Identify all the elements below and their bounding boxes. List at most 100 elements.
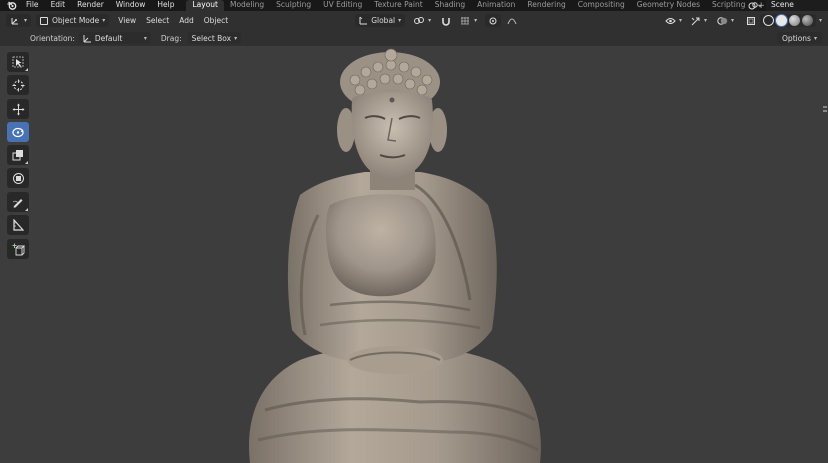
gizmo-icon <box>691 17 700 25</box>
drag-label: Drag: <box>160 33 182 43</box>
blender-logo-icon[interactable] <box>4 0 20 11</box>
pivot-point-button[interactable]: ▾ <box>409 14 435 27</box>
overlays-dropdown[interactable]: ▾ <box>713 14 738 27</box>
scene-selector: Scene <box>748 0 828 11</box>
chevron-down-icon: ▾ <box>398 17 402 24</box>
menu-add[interactable]: Add <box>174 16 199 25</box>
transform-tool[interactable] <box>7 168 29 188</box>
menu-object[interactable]: Object <box>199 16 233 25</box>
menu-select[interactable]: Select <box>141 16 174 25</box>
3d-viewport[interactable] <box>0 46 828 463</box>
snap-target-dropdown[interactable]: ▾ <box>456 14 481 27</box>
scale-tool[interactable] <box>7 145 29 165</box>
add-cube-tool[interactable] <box>7 239 29 259</box>
viewport-header: ▾ Object Mode ▾ View Select Add Object G… <box>0 11 828 30</box>
cursor-tool[interactable] <box>7 75 29 95</box>
chevron-down-icon: ▾ <box>703 17 707 24</box>
tab-shading[interactable]: Shading <box>429 0 471 11</box>
move-tool[interactable] <box>7 99 29 119</box>
menu-view[interactable]: View <box>113 16 141 25</box>
proportional-falloff-dropdown[interactable] <box>503 14 521 27</box>
move-icon <box>12 103 24 115</box>
drag-value: Select Box <box>191 33 232 43</box>
measure-icon <box>13 219 24 231</box>
options-label: Options <box>782 33 811 43</box>
proportional-edit-toggle[interactable] <box>485 14 502 27</box>
tab-layout[interactable]: Layout <box>186 0 224 11</box>
tab-animation[interactable]: Animation <box>471 0 521 11</box>
orientation-label: Orientation: <box>30 33 75 43</box>
select-box-tool[interactable] <box>7 52 29 72</box>
menu-file[interactable]: File <box>20 0 45 11</box>
eye-icon <box>665 17 676 24</box>
chevron-down-icon: ▾ <box>24 17 28 24</box>
chevron-down-icon: ▾ <box>474 17 478 24</box>
solid-shading-icon[interactable] <box>775 15 787 26</box>
tool-variants-indicator <box>25 68 28 71</box>
snap-toggle[interactable] <box>437 14 455 27</box>
rotate-icon <box>12 127 24 137</box>
tab-geometry-nodes[interactable]: Geometry Nodes <box>631 0 706 11</box>
pivot-icon <box>414 17 425 24</box>
menu-edit[interactable]: Edit <box>45 0 72 11</box>
cursor-icon <box>12 79 24 91</box>
tab-sculpting[interactable]: Sculpting <box>270 0 317 11</box>
visibility-dropdown[interactable]: ▾ <box>661 14 686 27</box>
transform-icon <box>12 172 24 184</box>
transform-orientation-dropdown[interactable]: Global ▾ <box>355 14 406 27</box>
tab-compositing[interactable]: Compositing <box>572 0 631 11</box>
chevron-down-icon: ▾ <box>102 17 106 24</box>
xray-toggle[interactable] <box>742 14 760 27</box>
mode-dropdown[interactable]: Object Mode ▾ <box>36 14 110 27</box>
overlays-icon <box>717 16 728 25</box>
select-box-icon <box>12 56 24 68</box>
top-menu-bar: File Edit Render Window Help Layout Mode… <box>0 0 828 11</box>
orientation-value: Default <box>94 33 123 43</box>
annotate-tool[interactable] <box>7 192 29 212</box>
options-button[interactable]: Options ▾ <box>777 32 822 44</box>
shading-options-chevron-icon[interactable]: ▾ <box>819 17 822 24</box>
material-preview-icon[interactable] <box>788 15 800 26</box>
scene-icon[interactable] <box>748 1 762 10</box>
tab-texture-paint[interactable]: Texture Paint <box>368 0 428 11</box>
menu-help[interactable]: Help <box>151 0 180 11</box>
mode-dropdown-label: Object Mode <box>52 16 100 25</box>
chevron-down-icon: ▾ <box>428 17 432 24</box>
falloff-curve-icon <box>507 18 517 24</box>
xray-icon <box>746 16 755 25</box>
scene-name-field[interactable]: Scene <box>766 0 828 11</box>
rotate-tool[interactable] <box>7 122 29 142</box>
menu-render[interactable]: Render <box>71 0 110 11</box>
orientation-axes-icon <box>83 34 91 42</box>
tool-variants-indicator <box>25 161 28 164</box>
wireframe-shading-icon[interactable] <box>762 15 774 26</box>
add-cube-icon <box>12 243 25 255</box>
sidebar-toggle-handle[interactable] <box>823 101 828 121</box>
gizmo-dropdown[interactable]: ▾ <box>686 14 711 27</box>
buddha-statue-model[interactable] <box>0 46 828 463</box>
scale-icon <box>12 150 23 161</box>
tab-scripting[interactable]: Scripting <box>706 0 751 11</box>
chevron-down-icon: ▾ <box>730 17 734 24</box>
tab-uv-editing[interactable]: UV Editing <box>317 0 368 11</box>
shading-mode-group <box>759 14 816 27</box>
pencil-icon <box>12 199 23 208</box>
tool-settings-bar: Orientation: Default ▾ Drag: Select Box … <box>0 30 828 46</box>
chevron-down-icon: ▾ <box>234 34 238 42</box>
editor-type-button[interactable]: ▾ <box>6 14 32 27</box>
tool-variants-indicator <box>25 208 28 211</box>
measure-tool[interactable] <box>7 215 29 235</box>
axes-icon <box>11 18 18 25</box>
chevron-down-icon: ▾ <box>678 17 682 24</box>
tab-modeling[interactable]: Modeling <box>224 0 270 11</box>
chevron-down-icon: ▾ <box>143 34 147 42</box>
rendered-shading-icon[interactable] <box>801 15 813 26</box>
drag-dropdown[interactable]: Select Box ▾ <box>187 32 242 44</box>
menu-window[interactable]: Window <box>110 0 152 11</box>
chevron-down-icon: ▾ <box>813 34 817 42</box>
orientation-label: Global <box>371 16 396 25</box>
header-right-controls: ▾ ▾ ▾ ▾ <box>661 14 828 27</box>
magnet-icon <box>442 17 450 26</box>
orientation-dropdown[interactable]: Default ▾ <box>78 32 151 44</box>
tab-rendering[interactable]: Rendering <box>521 0 571 11</box>
